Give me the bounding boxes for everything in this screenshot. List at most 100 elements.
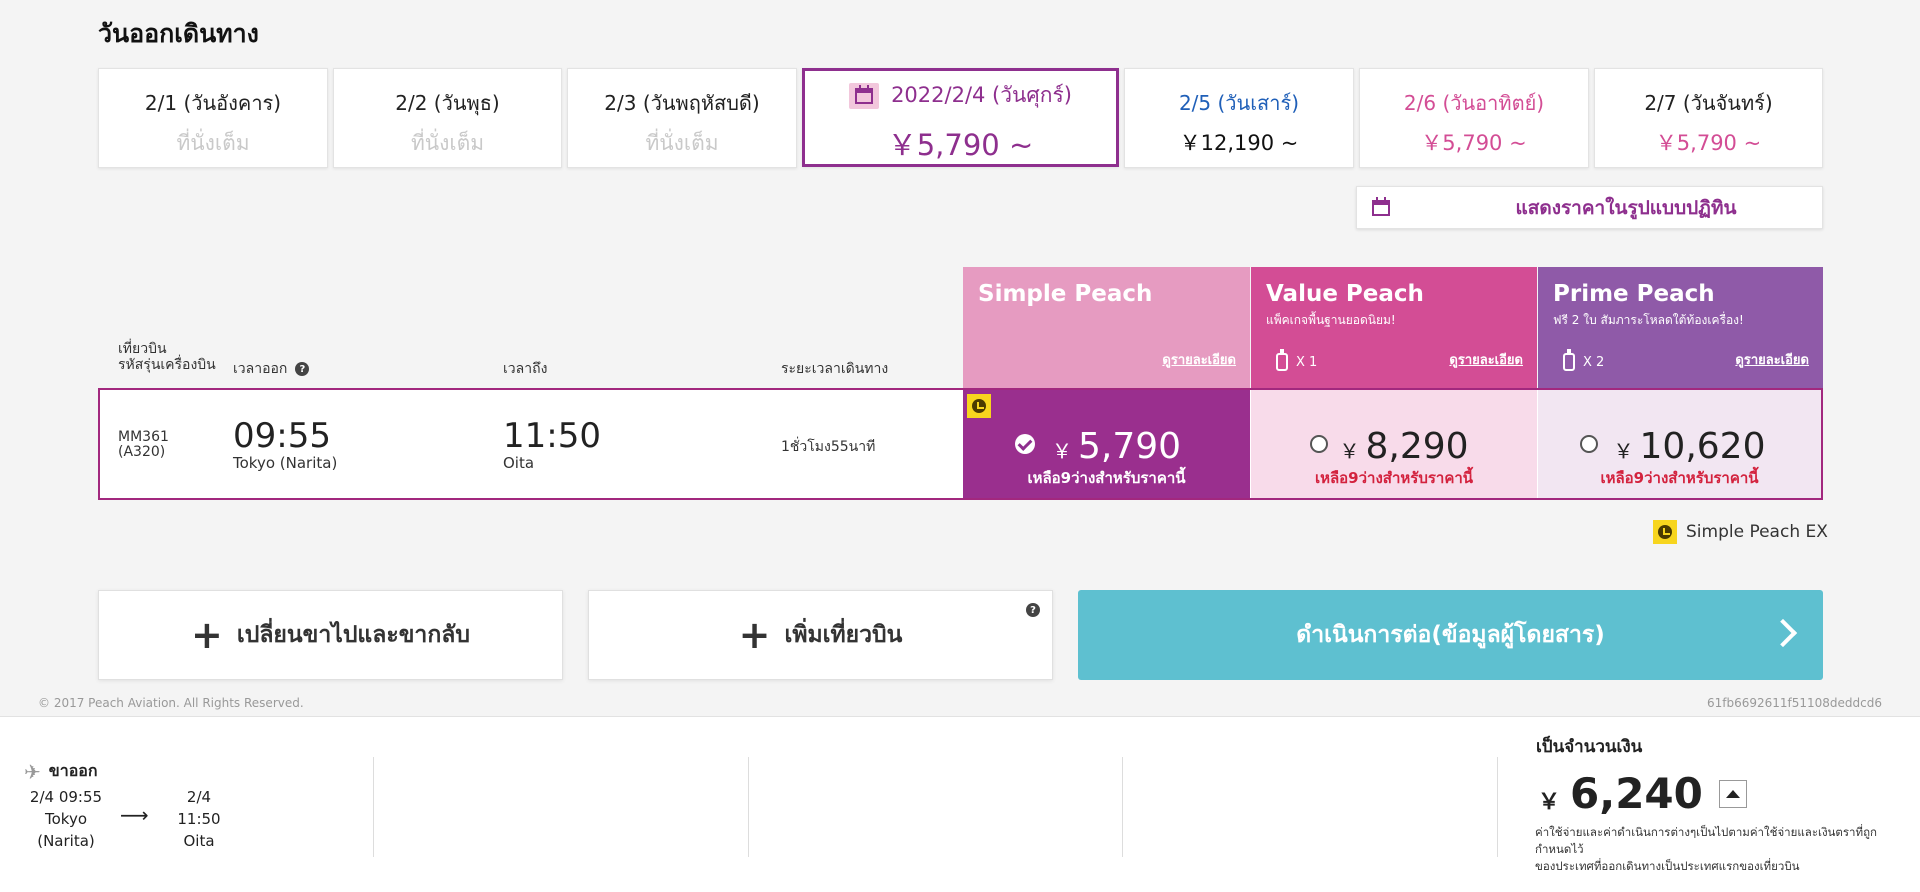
fare-price-value: 8,290 [1365, 426, 1469, 467]
date-status: ที่นั่งเต็ม [645, 131, 719, 155]
summary-depart-airport: (Narita) [37, 832, 95, 850]
date-card-2-6[interactable]: 2/6 (วันอาทิตย์) ￥5,790 ~ [1359, 68, 1589, 168]
summary-arrive-city: Oita [183, 832, 215, 850]
date-status: ที่นั่งเต็ม [410, 131, 485, 155]
change-route-button[interactable]: + เปลี่ยนขาไปและขากลับ [98, 590, 563, 680]
total-label: เป็นจำนวนเงิน [1536, 737, 1643, 757]
flight-header: เที่ยวบิน [118, 341, 167, 357]
section-title: วันออกเดินทาง [98, 19, 259, 48]
currency-note: ค่าใช้จ่ายและค่าดำเนินการต่างๆเป็นไปตามค… [1535, 824, 1915, 875]
help-icon[interactable]: ? [1026, 603, 1040, 617]
flight-number: MM361 [118, 429, 169, 445]
total-value: 6,240 [1570, 769, 1703, 818]
airplane-icon: ✈ [24, 759, 41, 784]
yen-symbol: ￥ [1339, 439, 1360, 463]
simple-peach-ex-legend: Simple Peach EX [1653, 520, 1828, 544]
change-route-label: เปลี่ยนขาไปและขากลับ [236, 622, 470, 648]
baggage-allowance: X 2 [1563, 349, 1604, 371]
divider [1122, 757, 1123, 857]
fare-option-prime-peach[interactable]: ￥ 10,620 เหลือ9ว่างสำหรับราคานี้ [1538, 390, 1821, 498]
summary-arrive-time: 2/4 11:50 [177, 788, 221, 828]
luggage-icon [1563, 349, 1575, 371]
seats-left: เหลือ9ว่างสำหรับราคานี้ [1314, 469, 1474, 487]
flight-info: MM361 (A320) [118, 430, 169, 460]
alarm-clock-icon [967, 394, 991, 418]
calendar-icon [849, 82, 880, 109]
date-label: 2/2 (วันพุธ) [395, 91, 500, 115]
alarm-clock-icon [1653, 520, 1677, 544]
direction-text: ขาออก [48, 761, 98, 780]
calendar-icon [1372, 196, 1390, 216]
date-card-2-3[interactable]: 2/3 (วันพฤหัสบดี) ที่นั่งเต็ม [567, 68, 797, 168]
chevron-right-icon [1768, 618, 1798, 648]
arrow-right-icon: ⟶ [120, 803, 149, 827]
date-card-selected[interactable]: 2022/2/4 (วันศุกร์) ￥5,790 ~ [802, 68, 1119, 167]
depart-header: เวลาออก [233, 361, 288, 377]
depart-column-header: เวลาออก ? [233, 358, 310, 380]
flight-duration: 1ชั่วโมง55นาที [781, 439, 876, 455]
currency-note-line: ของประเทศที่ออกเดินทางเป็นประเทศแรกของเท… [1535, 859, 1800, 873]
date-price: ￥5,790 ~ [1655, 131, 1762, 155]
total-amount: ￥ 6,240 [1538, 769, 1747, 818]
legend-label: Simple Peach EX [1686, 522, 1828, 542]
currency-note-line: ค่าใช้จ่ายและค่าดำเนินการต่างๆเป็นไปตามค… [1535, 825, 1878, 839]
summary-departure: 2/4 09:55 Tokyo (Narita) [28, 786, 104, 852]
fare-price: ￥ 5,790 [963, 426, 1250, 467]
departure-time: 09:55 [233, 416, 331, 456]
date-price: ￥5,790 ~ [1421, 131, 1527, 155]
date-card-2-2[interactable]: 2/2 (วันพุธ) ที่นั่งเต็ม [333, 68, 562, 168]
luggage-icon [1276, 349, 1288, 371]
aircraft-header: รหัสรุ่นเครื่องบิน [118, 357, 216, 373]
fare-price: ￥ 10,620 [1538, 426, 1821, 467]
fare-option-value-peach[interactable]: ￥ 8,290 เหลือ9ว่างสำหรับราคานี้ [1251, 390, 1537, 498]
booking-summary-bar: ✈ ขาออก 2/4 09:55 Tokyo (Narita) ⟶ 2/4 1… [0, 717, 1920, 892]
date-label: 2/6 (วันอาทิตย์) [1403, 91, 1545, 115]
date-label: 2/5 (วันเสาร์) [1178, 91, 1300, 115]
expand-summary-button[interactable] [1718, 779, 1747, 808]
fare-header-prime-peach: Prime Peach ฟรี 2 ใบ สัมภาระโหลดใต้ท้องเ… [1538, 267, 1823, 388]
summary-depart-city: Tokyo [45, 810, 87, 828]
fare-option-simple-peach[interactable]: ￥ 5,790 เหลือ9ว่างสำหรับราคานี้ [963, 390, 1250, 498]
fare-name: Prime Peach [1553, 281, 1715, 307]
summary-arrival: 2/4 11:50 Oita [163, 786, 235, 852]
seats-left: เหลือ9ว่างสำหรับราคานี้ [1600, 469, 1759, 487]
duration-column-header: ระยะเวลาเดินทาง [781, 361, 889, 377]
session-hash: 61fb6692611f51108deddcd6 [1706, 696, 1882, 710]
fare-detail-link[interactable]: ดูรายละเอียด [1449, 349, 1523, 370]
date-label: 2/3 (วันพฤหัสบดี) [604, 91, 760, 115]
direction-label: ✈ ขาออก [24, 759, 98, 784]
date-label: 2/1 (วันอังคาร) [144, 91, 282, 115]
fare-detail-link[interactable]: ดูรายละเอียด [1735, 349, 1809, 370]
add-flight-label: เพิ่มเที่ยวบิน [784, 622, 903, 648]
fare-header-value-peach: Value Peach แพ็คเกจพื้นฐานยอดนิยม! X 1 ด… [1251, 267, 1537, 388]
help-icon[interactable]: ? [295, 362, 310, 376]
date-card-2-1[interactable]: 2/1 (วันอังคาร) ที่นั่งเต็ม [98, 68, 328, 168]
currency-note-line: กำหนดไว้ [1535, 842, 1584, 856]
arrival-info: 11:50 Oita [503, 418, 601, 472]
date-status: ที่นั่งเต็ม [176, 131, 250, 155]
fare-description: แพ็คเกจพื้นฐานยอดนิยม! [1266, 313, 1396, 327]
caret-up-icon [1725, 789, 1740, 798]
proceed-button[interactable]: ดำเนินการต่อ(ข้อมูลผู้โดยสาร) [1078, 590, 1823, 680]
add-flight-button[interactable]: + เพิ่มเที่ยวบิน ? [588, 590, 1053, 680]
arrival-airport: Oita [503, 454, 535, 472]
fare-name: Value Peach [1266, 281, 1424, 307]
seats-left: เหลือ9ว่างสำหรับราคานี้ [1027, 469, 1186, 487]
divider [1497, 757, 1498, 857]
summary-depart-time: 2/4 09:55 [29, 788, 103, 806]
date-card-2-5[interactable]: 2/5 (วันเสาร์) ￥12,190 ~ [1124, 68, 1354, 168]
arrival-time: 11:50 [503, 416, 601, 456]
plus-icon: + [738, 613, 771, 657]
date-price: ￥5,790 ~ [887, 128, 1034, 162]
departure-info: 09:55 Tokyo (Narita) [233, 418, 337, 472]
date-price: ￥12,190 ~ [1179, 131, 1299, 155]
fare-description: ฟรี 2 ใบ สัมภาระโหลดใต้ท้องเครื่อง! [1553, 313, 1744, 327]
calendar-view-button[interactable]: แสดงราคาในรูปแบบปฏิทิน [1356, 186, 1823, 229]
date-card-2-7[interactable]: 2/7 (วันจันทร์) ￥5,790 ~ [1594, 68, 1823, 168]
calendar-view-label: แสดงราคาในรูปแบบปฏิทิน [1515, 196, 1737, 219]
aircraft-type: (A320) [118, 444, 166, 460]
fare-name: Simple Peach [978, 281, 1153, 307]
baggage-count: X 1 [1296, 354, 1318, 370]
flight-row: MM361 (A320) 09:55 Tokyo (Narita) 11:50 … [98, 388, 1823, 500]
fare-detail-link[interactable]: ดูรายละเอียด [1162, 349, 1236, 370]
